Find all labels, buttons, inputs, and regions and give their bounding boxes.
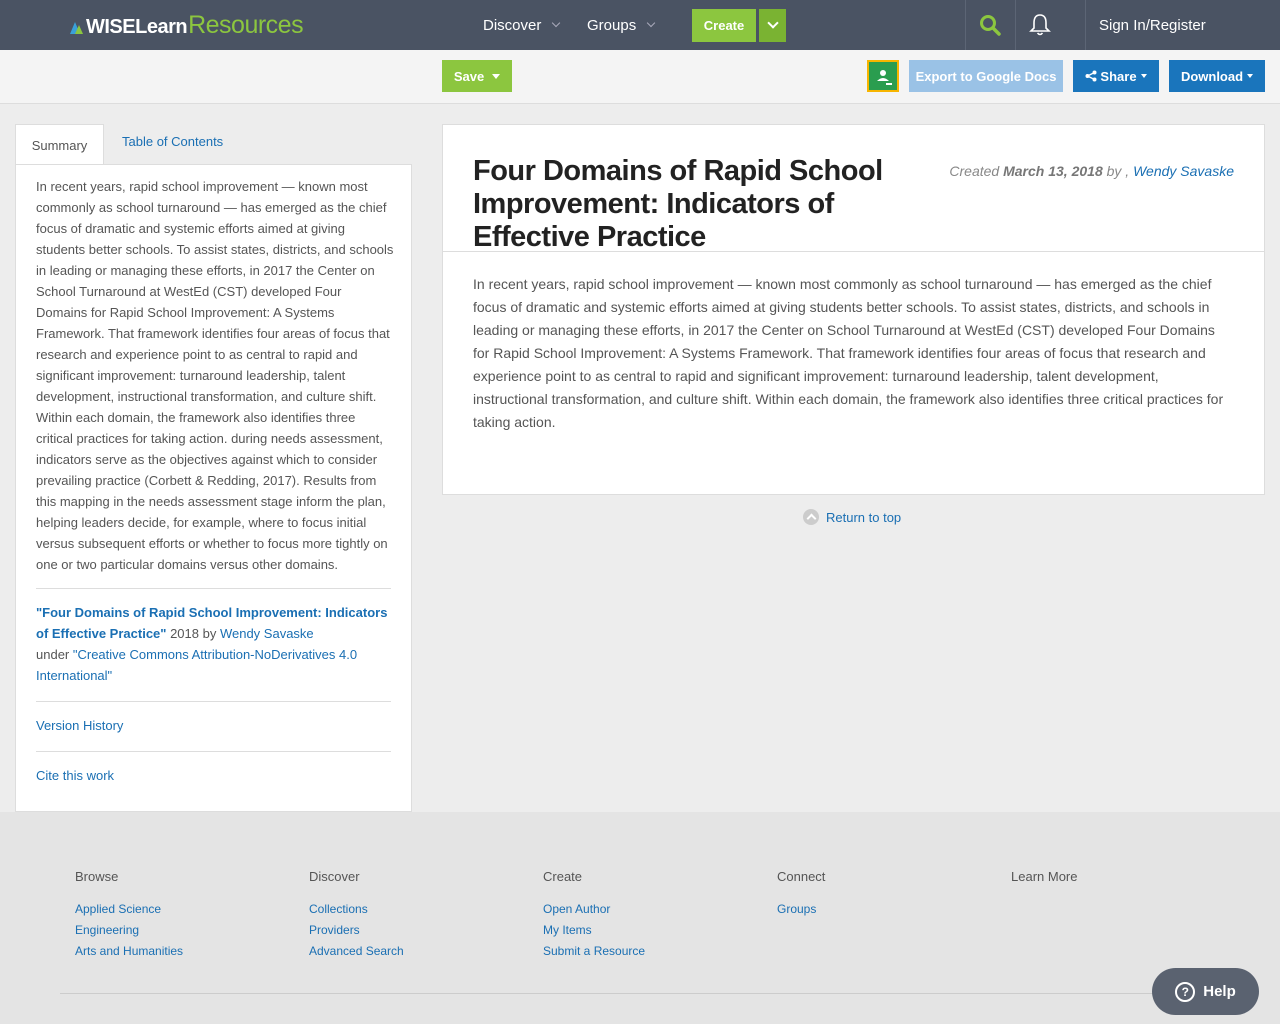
share-button-label: Share xyxy=(1100,68,1137,84)
footer-link[interactable]: Arts and Humanities xyxy=(75,941,183,962)
signin-register-link[interactable]: Sign In/Register xyxy=(1099,0,1206,50)
search-button[interactable] xyxy=(965,0,1015,50)
search-icon xyxy=(980,15,1001,36)
nav-groups-label: Groups xyxy=(587,16,637,34)
resource-body-text: In recent years, rapid school improvemen… xyxy=(473,276,1224,430)
footer-link[interactable]: My Items xyxy=(543,920,645,941)
footer-link[interactable]: Engineering xyxy=(75,920,183,941)
footer-divider xyxy=(60,993,1230,994)
footer-link[interactable]: Applied Science xyxy=(75,899,183,920)
save-button-label: Save xyxy=(453,68,485,84)
summary-text: In recent years, rapid school improvemen… xyxy=(36,179,394,572)
footer-link[interactable]: Groups xyxy=(777,899,825,920)
footer-heading: Create xyxy=(543,869,583,884)
google-classroom-icon xyxy=(869,62,897,90)
site-footer: Browse Applied Science Engineering Arts … xyxy=(0,812,1280,1024)
notifications-button[interactable] xyxy=(1015,0,1065,50)
help-button[interactable]: ? Help xyxy=(1152,968,1259,1015)
nav-discover-label: Discover xyxy=(483,16,542,34)
page-title: Four Domains of Rapid School Improvement… xyxy=(473,155,883,253)
footer-col-discover: Discover Collections Providers Advanced … xyxy=(309,869,404,962)
divider xyxy=(36,751,391,752)
caret-down-icon xyxy=(1247,74,1254,78)
created-date: March 13, 2018 xyxy=(1003,163,1103,179)
caret-down-icon xyxy=(492,73,501,79)
footer-col-create: Create Open Author My Items Submit a Res… xyxy=(543,869,645,962)
site-logo[interactable]: WISELearn Resources xyxy=(70,11,304,39)
caret-down-icon xyxy=(1140,74,1147,78)
create-dropdown-button[interactable] xyxy=(759,9,786,42)
license-link[interactable]: "Creative Commons Attribution-NoDerivati… xyxy=(36,647,357,683)
bell-icon xyxy=(1029,14,1051,36)
footer-heading: Discover xyxy=(309,869,360,884)
logo-text-wiselearn: WISELearn xyxy=(86,16,188,38)
return-to-top-link[interactable]: Return to top xyxy=(803,509,901,525)
nav-groups[interactable]: Groups xyxy=(587,0,656,50)
footer-link[interactable]: Open Author xyxy=(543,899,645,920)
help-label: Help xyxy=(1203,983,1236,1000)
footer-link[interactable]: Collections xyxy=(309,899,404,920)
resource-card: Four Domains of Rapid School Improvement… xyxy=(442,124,1265,495)
footer-col-browse: Browse Applied Science Engineering Arts … xyxy=(75,869,183,962)
resource-meta: Created March 13, 2018 by , Wendy Savask… xyxy=(949,163,1234,179)
attribution-under: under xyxy=(36,647,73,662)
nav-divider xyxy=(1085,0,1086,50)
resource-toolbar: Save Export to Google Docs Share Downloa… xyxy=(0,50,1280,104)
share-button[interactable]: Share xyxy=(1073,60,1159,92)
footer-col-connect: Connect Groups xyxy=(777,869,825,920)
share-icon xyxy=(1085,70,1097,82)
author-link[interactable]: Wendy Savaske xyxy=(1133,163,1234,179)
footer-heading: Learn More xyxy=(1011,869,1078,884)
return-to-top-label: Return to top xyxy=(826,509,902,525)
tab-summary[interactable]: Summary xyxy=(15,124,104,165)
footer-heading: Connect xyxy=(777,869,826,884)
google-classroom-button[interactable] xyxy=(867,60,899,92)
download-button-label: Download xyxy=(1180,68,1244,84)
cite-work-link[interactable]: Cite this work xyxy=(36,768,114,783)
logo-mark-icon xyxy=(70,20,84,34)
by-label: by , xyxy=(1102,163,1134,179)
sidebar-tabs: Summary Table of Contents xyxy=(15,124,412,165)
nav-discover[interactable]: Discover xyxy=(483,0,561,50)
tab-table-of-contents[interactable]: Table of Contents xyxy=(122,134,223,149)
download-button[interactable]: Download xyxy=(1169,60,1265,92)
chevron-down-icon xyxy=(646,18,656,28)
attribution: "Four Domains of Rapid School Improvemen… xyxy=(36,602,396,686)
version-history-link[interactable]: Version History xyxy=(36,718,123,733)
created-label: Created xyxy=(949,163,1004,179)
top-navbar: WISELearn Resources Discover Groups Crea… xyxy=(0,0,1280,50)
divider xyxy=(36,588,391,589)
divider xyxy=(36,701,391,702)
question-circle-icon: ? xyxy=(1175,981,1196,1002)
footer-link[interactable]: Submit a Resource xyxy=(543,941,645,962)
footer-link[interactable]: Advanced Search xyxy=(309,941,404,962)
create-button[interactable]: Create xyxy=(692,9,756,42)
footer-heading: Browse xyxy=(75,869,119,884)
summary-panel: In recent years, rapid school improvemen… xyxy=(15,164,412,812)
attribution-author-link[interactable]: Wendy Savaske xyxy=(220,626,314,641)
logo-text-resources: Resources xyxy=(188,11,304,39)
save-button[interactable]: Save xyxy=(442,60,512,92)
footer-link[interactable]: Providers xyxy=(309,920,404,941)
footer-col-learn-more: Learn More xyxy=(1011,869,1077,899)
divider xyxy=(443,251,1264,252)
export-google-docs-button[interactable]: Export to Google Docs xyxy=(909,60,1063,92)
arrow-up-circle-icon xyxy=(803,509,819,525)
chevron-down-icon xyxy=(552,18,561,28)
attribution-year-by: 2018 by xyxy=(166,626,220,641)
chevron-down-icon xyxy=(766,17,779,29)
